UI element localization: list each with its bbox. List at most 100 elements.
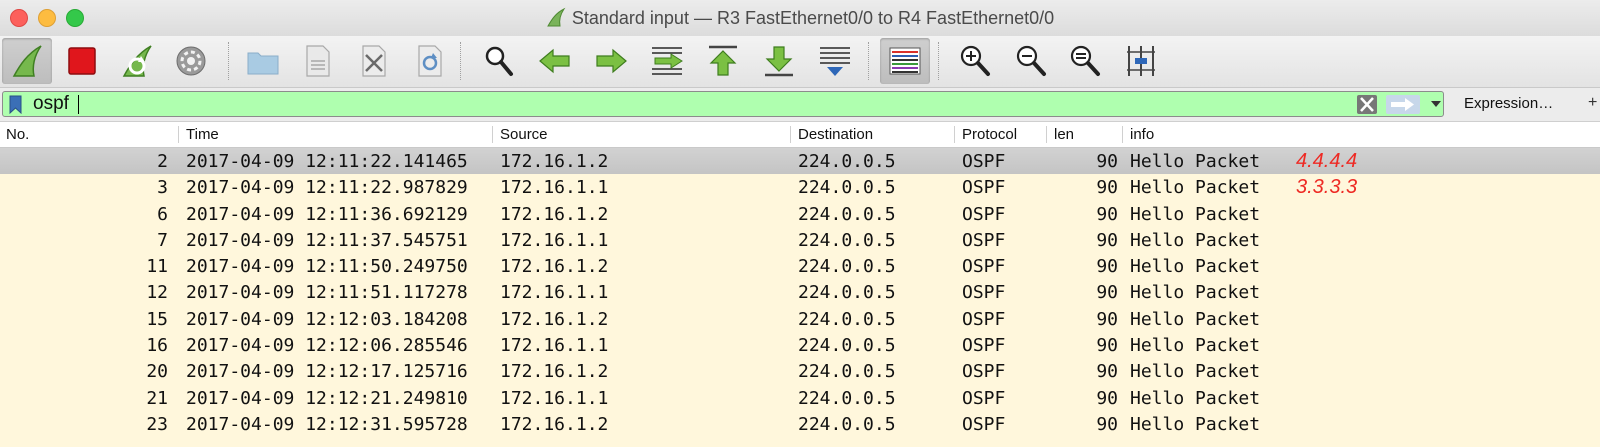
column-header-info[interactable]: info bbox=[1130, 126, 1154, 143]
packet-row[interactable]: 2 2017-04-09 12:11:22.141465 172.16.1.2 … bbox=[0, 148, 1600, 175]
add-filter-button[interactable]: + bbox=[1588, 94, 1597, 112]
packet-len: 90 bbox=[1096, 177, 1118, 199]
magnifier-icon bbox=[485, 46, 513, 76]
go-first-button[interactable] bbox=[698, 38, 748, 84]
column-header-len[interactable]: len bbox=[1054, 126, 1074, 143]
packet-protocol: OSPF bbox=[962, 256, 1006, 278]
column-divider[interactable] bbox=[1122, 126, 1123, 143]
packet-info: Hello Packet bbox=[1130, 203, 1261, 225]
window-title-area: Standard input — R3 FastEthernet0/0 to R… bbox=[0, 7, 1600, 29]
packet-len: 90 bbox=[1096, 387, 1118, 409]
packet-row[interactable]: 23 2017-04-09 12:12:31.595728 172.16.1.2… bbox=[0, 411, 1600, 437]
bookmark-icon[interactable] bbox=[9, 95, 22, 114]
packet-protocol: OSPF bbox=[962, 282, 1006, 304]
zoom-out-icon bbox=[1016, 45, 1046, 76]
packet-row[interactable]: 11 2017-04-09 12:11:50.249750 172.16.1.2… bbox=[0, 253, 1600, 279]
find-packet-button[interactable] bbox=[474, 38, 524, 84]
packet-row[interactable]: 16 2017-04-09 12:12:06.285546 172.16.1.1… bbox=[0, 332, 1600, 358]
reload-file-button[interactable] bbox=[404, 38, 454, 84]
restart-capture-button[interactable] bbox=[112, 38, 162, 84]
apply-filter-button[interactable] bbox=[1386, 95, 1420, 114]
column-header-protocol[interactable]: Protocol bbox=[962, 126, 1017, 143]
packet-source: 172.16.1.2 bbox=[500, 203, 609, 225]
zoom-out-button[interactable] bbox=[1006, 38, 1056, 84]
column-header-time[interactable]: Time bbox=[186, 126, 219, 143]
clear-x-icon bbox=[1360, 97, 1374, 112]
packet-row[interactable]: 12 2017-04-09 12:11:51.117278 172.16.1.1… bbox=[0, 279, 1600, 305]
shark-fin-icon bbox=[12, 45, 42, 77]
packet-destination: 224.0.0.5 bbox=[798, 151, 896, 172]
column-divider[interactable] bbox=[492, 126, 493, 143]
clear-filter-button[interactable] bbox=[1357, 95, 1377, 114]
packet-row[interactable]: 15 2017-04-09 12:12:03.184208 172.16.1.2… bbox=[0, 306, 1600, 332]
folder-icon bbox=[247, 52, 279, 75]
go-forward-button[interactable] bbox=[586, 38, 636, 84]
column-divider[interactable] bbox=[790, 126, 791, 143]
packet-row[interactable]: 6 2017-04-09 12:11:36.692129 172.16.1.2 … bbox=[0, 201, 1600, 227]
column-divider[interactable] bbox=[1046, 126, 1047, 143]
go-last-button[interactable] bbox=[754, 38, 804, 84]
router-id-annotation: 4.4.4.4 bbox=[1296, 150, 1358, 172]
packet-destination: 224.0.0.5 bbox=[798, 203, 896, 225]
packet-row[interactable]: 21 2017-04-09 12:12:21.249810 172.16.1.1… bbox=[0, 385, 1600, 411]
zoom-in-button[interactable] bbox=[950, 38, 1000, 84]
packet-destination: 224.0.0.5 bbox=[798, 335, 896, 357]
packet-no: 6 bbox=[157, 203, 168, 225]
go-back-button[interactable] bbox=[530, 38, 580, 84]
start-capture-button[interactable] bbox=[2, 38, 52, 84]
display-filter-input[interactable] bbox=[33, 92, 1333, 116]
display-filter-bar: Expression… + bbox=[0, 88, 1600, 122]
packet-protocol: OSPF bbox=[962, 177, 1006, 199]
open-file-button[interactable] bbox=[238, 38, 288, 84]
zoom-normal-button[interactable] bbox=[1060, 38, 1110, 84]
packet-time: 2017-04-09 12:11:22.987829 bbox=[186, 177, 468, 199]
display-filter-field[interactable] bbox=[2, 91, 1444, 117]
resize-columns-button[interactable] bbox=[1116, 38, 1166, 84]
packet-info: Hello Packet bbox=[1130, 282, 1261, 304]
capture-options-button[interactable] bbox=[166, 38, 216, 84]
column-divider[interactable] bbox=[178, 126, 179, 143]
filter-history-dropdown[interactable] bbox=[1431, 101, 1441, 107]
go-to-packet-button[interactable] bbox=[642, 38, 692, 84]
packet-len: 90 bbox=[1096, 151, 1118, 172]
stop-square-icon bbox=[68, 47, 96, 75]
colorize-button[interactable] bbox=[880, 38, 930, 84]
packet-info: Hello Packet bbox=[1130, 361, 1261, 383]
column-header-no[interactable]: No. bbox=[6, 126, 29, 143]
save-file-button[interactable] bbox=[292, 38, 342, 84]
packet-row[interactable]: 20 2017-04-09 12:12:17.125716 172.16.1.2… bbox=[0, 358, 1600, 384]
packet-time: 2017-04-09 12:11:51.117278 bbox=[186, 282, 468, 304]
column-header-destination[interactable]: Destination bbox=[798, 126, 873, 143]
close-file-button[interactable] bbox=[348, 38, 398, 84]
packet-source: 172.16.1.2 bbox=[500, 256, 609, 278]
packet-source: 172.16.1.2 bbox=[500, 151, 609, 172]
stop-capture-button[interactable] bbox=[56, 38, 106, 84]
packet-row[interactable]: 3 2017-04-09 12:11:22.987829 172.16.1.1 … bbox=[0, 174, 1600, 200]
restart-fin-icon bbox=[122, 45, 152, 77]
packet-time: 2017-04-09 12:12:31.595728 bbox=[186, 413, 468, 435]
packet-len: 90 bbox=[1096, 308, 1118, 330]
packet-len: 90 bbox=[1096, 335, 1118, 357]
reload-file-icon bbox=[418, 45, 442, 77]
column-divider[interactable] bbox=[954, 126, 955, 143]
packet-source: 172.16.1.2 bbox=[500, 361, 609, 383]
packet-destination: 224.0.0.5 bbox=[798, 308, 896, 330]
packet-time: 2017-04-09 12:11:36.692129 bbox=[186, 203, 468, 225]
packet-time: 2017-04-09 12:12:03.184208 bbox=[186, 308, 468, 330]
arrow-left-icon bbox=[539, 48, 570, 74]
packet-len: 90 bbox=[1096, 229, 1118, 251]
packet-source: 172.16.1.1 bbox=[500, 335, 609, 357]
packet-protocol: OSPF bbox=[962, 203, 1006, 225]
packet-protocol: OSPF bbox=[962, 151, 1006, 172]
auto-scroll-button[interactable] bbox=[810, 38, 860, 84]
packet-no: 3 bbox=[157, 177, 168, 199]
expression-button[interactable]: Expression… bbox=[1464, 95, 1553, 112]
packet-protocol: OSPF bbox=[962, 361, 1006, 383]
wireshark-fin-icon bbox=[546, 7, 566, 27]
packet-no: 21 bbox=[146, 387, 168, 409]
packet-row[interactable]: 7 2017-04-09 12:11:37.545751 172.16.1.1 … bbox=[0, 227, 1600, 253]
packet-list-header: No. Time Source Destination Protocol len… bbox=[0, 122, 1600, 148]
colorize-lines-icon bbox=[889, 47, 921, 75]
column-header-source[interactable]: Source bbox=[500, 126, 548, 143]
packet-len: 90 bbox=[1096, 413, 1118, 435]
